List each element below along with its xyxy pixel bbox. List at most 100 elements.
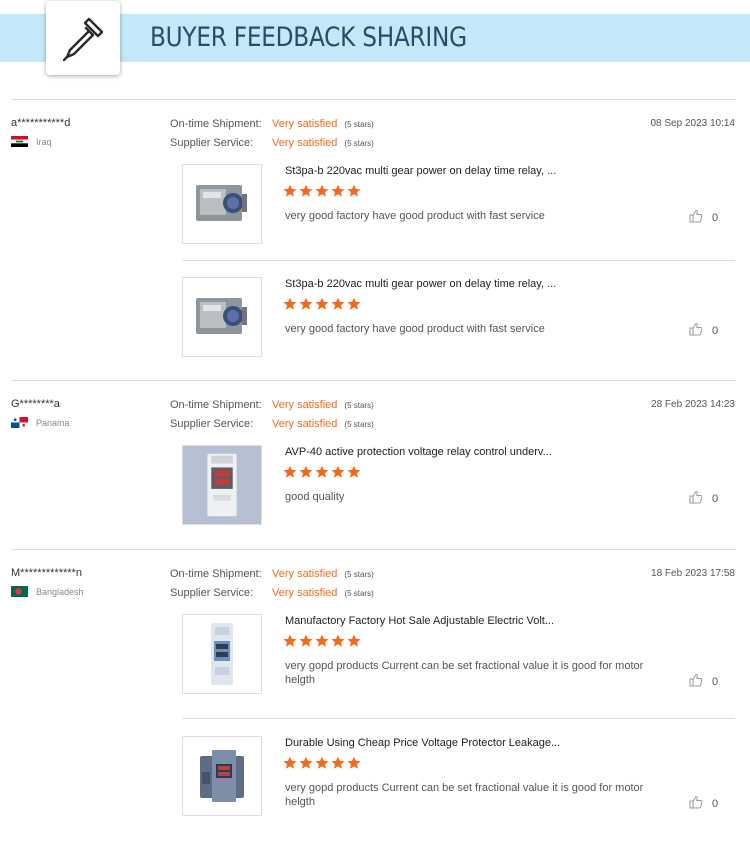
iraq-flag-icon: [11, 136, 28, 147]
review-date: 28 Feb 2023 14:23: [651, 399, 735, 410]
thumbs-up-icon: [689, 490, 703, 507]
star-rating: [283, 634, 361, 648]
divider: [182, 718, 735, 719]
product-title[interactable]: St3pa-b 220vac multi gear power on delay…: [285, 278, 556, 290]
star-icon: [331, 297, 345, 310]
shipment-stars: (5 stars): [344, 401, 374, 410]
star-icon: [331, 184, 345, 197]
shipment-label: On-time Shipment:: [170, 568, 262, 580]
review-date: 18 Feb 2023 17:58: [651, 568, 735, 579]
star-icon: [347, 184, 361, 197]
star-icon: [315, 297, 329, 310]
shipment-label: On-time Shipment:: [170, 118, 262, 130]
star-icon: [299, 465, 313, 478]
product-title[interactable]: Durable Using Cheap Price Voltage Protec…: [285, 737, 560, 749]
review-date: 08 Sep 2023 10:14: [650, 118, 735, 129]
leakage-protector-image: [200, 750, 244, 802]
review-comment: very good factory have good product with…: [285, 323, 545, 335]
like-count: 0: [712, 211, 719, 224]
product-title[interactable]: Manufactory Factory Hot Sale Adjustable …: [285, 615, 554, 627]
shipment-stars: (5 stars): [344, 570, 374, 579]
like-count: 0: [712, 324, 719, 337]
star-icon: [299, 297, 313, 310]
like-button[interactable]: 0: [689, 209, 718, 226]
service-stars: (5 stars): [344, 589, 374, 598]
star-icon: [347, 297, 361, 310]
shipment-rating: On-time Shipment: Very satisfied (5 star…: [170, 118, 374, 130]
buyer-name: G********a: [11, 398, 60, 410]
divider: [12, 99, 736, 100]
shipment-value: Very satisfied: [272, 568, 338, 580]
service-label: Supplier Service:: [170, 418, 254, 430]
shipment-rating: On-time Shipment: Very satisfied (5 star…: [170, 399, 374, 411]
divider: [12, 549, 736, 550]
shipment-rating: On-time Shipment: Very satisfied (5 star…: [170, 568, 374, 580]
star-icon: [283, 465, 297, 478]
service-rating: Supplier Service: Very satisfied (5 star…: [170, 137, 374, 149]
review-comment: good quality: [285, 491, 345, 503]
like-count: 0: [712, 797, 719, 810]
star-icon: [315, 465, 329, 478]
star-rating: [283, 297, 361, 311]
eyedropper-icon: [62, 17, 104, 62]
timer-relay-image: [196, 185, 247, 221]
star-icon: [331, 465, 345, 478]
like-button[interactable]: 0: [689, 795, 718, 812]
shipment-value: Very satisfied: [272, 118, 338, 130]
product-thumbnail[interactable]: [182, 164, 262, 244]
star-icon: [299, 756, 313, 769]
buyer-name: M*************n: [11, 567, 82, 579]
country-name: Bangladesh: [36, 586, 84, 597]
divider: [182, 260, 735, 261]
service-stars: (5 stars): [344, 139, 374, 148]
product-thumbnail[interactable]: [182, 614, 262, 694]
star-icon: [283, 756, 297, 769]
product-title[interactable]: St3pa-b 220vac multi gear power on delay…: [285, 165, 556, 177]
star-icon: [283, 297, 297, 310]
review-comment: very gopd products Current can be set fr…: [285, 660, 644, 686]
like-button[interactable]: 0: [689, 490, 718, 507]
shipment-value: Very satisfied: [272, 399, 338, 411]
star-icon: [331, 634, 345, 647]
star-icon: [283, 634, 297, 647]
service-value: Very satisfied: [272, 418, 338, 430]
buyer-name: a***********d: [11, 117, 71, 129]
bangladesh-flag-icon: [11, 586, 28, 597]
panama-flag-icon: [11, 417, 28, 428]
page-title: BUYER FEEDBACK SHARING: [150, 22, 467, 53]
product-thumbnail[interactable]: [182, 445, 262, 525]
service-rating: Supplier Service: Very satisfied (5 star…: [170, 587, 374, 599]
shipment-label: On-time Shipment:: [170, 399, 262, 411]
service-label: Supplier Service:: [170, 587, 254, 599]
star-icon: [299, 634, 313, 647]
like-button[interactable]: 0: [689, 673, 718, 690]
product-thumbnail[interactable]: [182, 736, 262, 816]
service-value: Very satisfied: [272, 137, 338, 149]
logo: [46, 1, 120, 75]
thumbs-up-icon: [689, 322, 703, 339]
country-name: Iraq: [36, 136, 52, 147]
product-title[interactable]: AVP-40 active protection voltage relay c…: [285, 446, 552, 458]
like-button[interactable]: 0: [689, 322, 718, 339]
buyer-country: Bangladesh: [11, 586, 84, 597]
timer-relay-image: [196, 298, 247, 334]
service-label: Supplier Service:: [170, 137, 254, 149]
voltage-protector-image: [211, 623, 233, 685]
star-icon: [331, 756, 345, 769]
service-value: Very satisfied: [272, 587, 338, 599]
star-icon: [347, 756, 361, 769]
buyer-country: Panama: [11, 417, 70, 428]
star-icon: [299, 184, 313, 197]
review-comment: very gopd products Current can be set fr…: [285, 782, 644, 808]
thumbs-up-icon: [689, 673, 703, 690]
like-count: 0: [712, 492, 719, 505]
star-icon: [347, 634, 361, 647]
star-rating: [283, 756, 361, 770]
product-thumbnail[interactable]: [182, 277, 262, 357]
like-count: 0: [712, 675, 719, 688]
voltage-relay-image: [183, 446, 261, 524]
star-icon: [315, 756, 329, 769]
review-comment: very good factory have good product with…: [285, 210, 545, 222]
service-stars: (5 stars): [344, 420, 374, 429]
thumbs-up-icon: [689, 209, 703, 226]
